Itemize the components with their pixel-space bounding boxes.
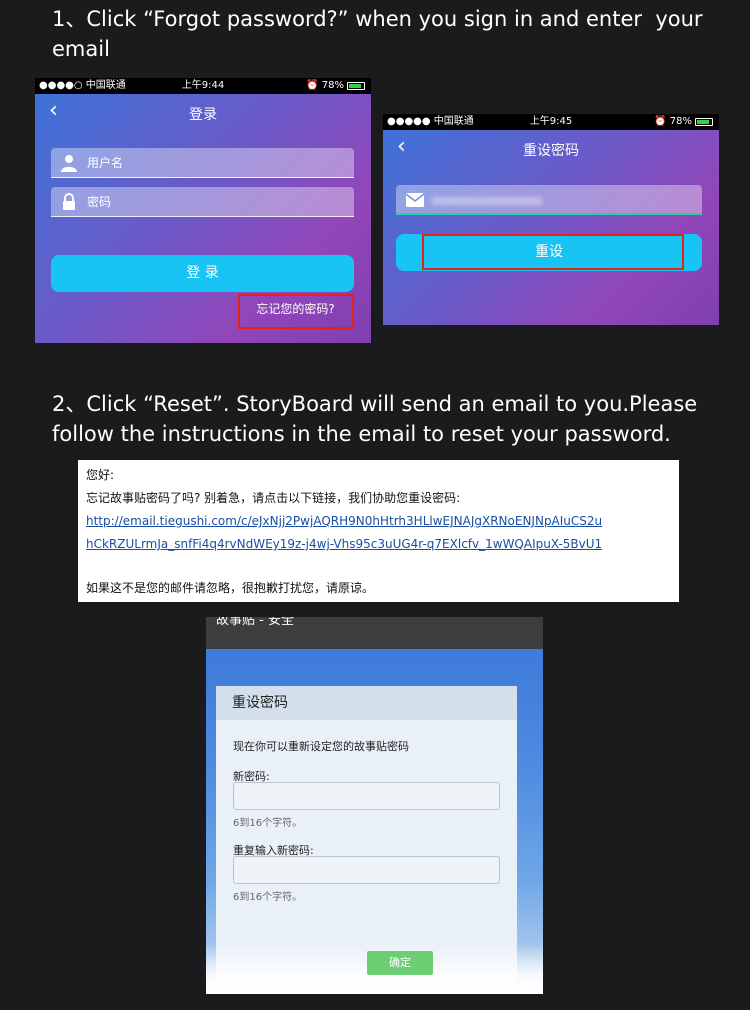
- step2-instruction: 2、Click “Reset”. StoryBoard will send an…: [52, 392, 698, 446]
- lock-icon: [63, 193, 75, 210]
- highlight-box: [422, 234, 684, 270]
- user-icon: [61, 155, 77, 172]
- repeat-password-hint: 6到16个字符。: [233, 892, 303, 903]
- reset-link[interactable]: http://email.tiegushi.com/c/eJxNjj2PwjAQ…: [86, 510, 671, 533]
- repeat-password-input[interactable]: [233, 856, 500, 884]
- status-bar: ●●●●● 中国联通 上午9:45 ⏰ 78%: [383, 114, 719, 130]
- reset-email: 您好: 忘记故事贴密码了吗? 别着急，请点击以下链接，我们协助您重设密码: ht…: [78, 460, 679, 602]
- nav-bar: ‹ 重设密码: [383, 130, 719, 168]
- panel-title: 重设密码: [216, 686, 517, 720]
- nav-bar: ‹ 登录: [35, 94, 371, 132]
- highlight-box: [238, 294, 354, 329]
- new-password-hint: 6到16个字符。: [233, 818, 303, 829]
- web-top-bar: 故事贴 - 安全: [206, 617, 543, 649]
- battery-percent: 78%: [669, 116, 692, 127]
- status-bar: ●●●●○ 中国联通 上午9:44 ⏰ 78%: [35, 78, 371, 94]
- email-greeting: 您好:: [86, 468, 115, 482]
- status-right: ⏰ 78%: [306, 78, 365, 94]
- password-field[interactable]: 密码: [51, 187, 354, 217]
- battery-icon: [695, 118, 713, 126]
- email-field[interactable]: [396, 185, 702, 215]
- email-value-blurred: [432, 196, 542, 205]
- login-button[interactable]: 登 录: [51, 255, 354, 292]
- mail-icon: [406, 193, 424, 207]
- step1-instruction: 1、Click “Forgot password?” when you sign…: [52, 7, 703, 61]
- panel-description: 现在你可以重新设定您的故事贴密码: [233, 740, 409, 753]
- battery-percent: 78%: [321, 80, 344, 91]
- web-site-title: 故事贴 - 安全: [216, 617, 294, 628]
- page-title: 登录: [189, 107, 217, 123]
- page-title: 重设密码: [523, 143, 579, 159]
- confirm-button[interactable]: 确定: [367, 951, 433, 975]
- username-placeholder: 用户名: [87, 156, 124, 170]
- reset-link-continued[interactable]: hCkRZULrmJa_snfFi4q4rvNdWEy19z-j4wj-Vhs9…: [86, 533, 671, 556]
- alarm-icon: ⏰: [654, 116, 667, 127]
- status-right: ⏰ 78%: [654, 114, 713, 130]
- password-placeholder: 密码: [87, 195, 112, 209]
- battery-icon: [347, 82, 365, 90]
- new-password-input[interactable]: [233, 782, 500, 810]
- email-footer: 如果这不是您的邮件请忽略，很抱歉打扰您，请原谅。: [86, 581, 375, 595]
- reset-panel: 重设密码 现在你可以重新设定您的故事贴密码 新密码: 6到16个字符。 重复输入…: [216, 686, 517, 986]
- reset-screenshot: ●●●●● 中国联通 上午9:45 ⏰ 78% ‹ 重设密码 重设: [383, 114, 719, 325]
- login-screenshot: ●●●●○ 中国联通 上午9:44 ⏰ 78% ‹ 登录 用户名 密码 登 录 …: [35, 78, 371, 343]
- email-body: 忘记故事贴密码了吗? 别着急，请点击以下链接，我们协助您重设密码:: [86, 491, 461, 505]
- username-field[interactable]: 用户名: [51, 148, 354, 178]
- alarm-icon: ⏰: [306, 80, 319, 91]
- reset-web-page: 故事贴 - 安全 重设密码 现在你可以重新设定您的故事贴密码 新密码: 6到16…: [206, 617, 543, 994]
